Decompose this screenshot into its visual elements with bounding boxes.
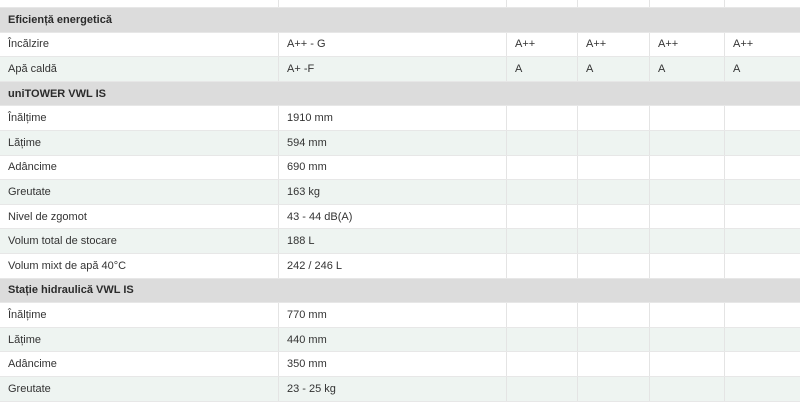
- row-col-2: A: [577, 57, 649, 81]
- row-label: Volum mixt de apă 40°C: [8, 259, 127, 272]
- row-label: Lățime: [8, 136, 42, 149]
- row-value: A+ -F: [278, 57, 506, 81]
- table-row: Adâncime 690 mm: [0, 155, 800, 181]
- row-label: Lățime: [8, 333, 42, 346]
- row-label: Nivel de zgomot: [8, 210, 87, 223]
- section-title: uniTOWER VWL IS: [8, 87, 106, 100]
- row-col-3: A++: [649, 32, 724, 57]
- table-row: Greutate 163 kg: [0, 180, 800, 205]
- row-label: Înălțime: [8, 308, 47, 321]
- row-label: Greutate: [8, 185, 51, 198]
- table-row: Apă caldă A+ -F A A A A: [0, 57, 800, 82]
- row-label: Încălzire: [8, 38, 49, 51]
- section-header-unitower: uniTOWER VWL IS: [0, 81, 800, 107]
- row-value: 770 mm: [278, 303, 506, 327]
- row-value: 350 mm: [278, 352, 506, 376]
- table-row: Adâncime 350 mm: [0, 352, 800, 377]
- row-value: A++ - G: [278, 32, 506, 57]
- row-label: Volum total de stocare: [8, 235, 117, 248]
- row-value: 594 mm: [278, 130, 506, 155]
- row-value: 43 - 44 dB(A): [278, 204, 506, 229]
- table-top-strip: [0, 0, 800, 8]
- table-row: Volum total de stocare 188 L: [0, 229, 800, 254]
- table-row: Lățime 440 mm: [0, 327, 800, 353]
- row-col-1: A: [506, 57, 577, 81]
- spec-table: Eficiență energetică Încălzire A++ - G A…: [0, 0, 800, 402]
- table-row: Înălțime 1910 mm: [0, 106, 800, 131]
- section-header-hydraulic-station: Stație hidraulică VWL IS: [0, 278, 800, 304]
- row-value: 163 kg: [278, 180, 506, 204]
- table-row: Greutate 23 - 25 kg: [0, 376, 800, 402]
- table-row: Nivel de zgomot 43 - 44 dB(A): [0, 204, 800, 230]
- row-col-4: A: [724, 57, 800, 81]
- row-value: 1910 mm: [278, 106, 506, 130]
- table-row: Încălzire A++ - G A++ A++ A++ A++: [0, 32, 800, 58]
- section-title: Eficiență energetică: [8, 13, 112, 26]
- table-row: Lățime 594 mm: [0, 130, 800, 156]
- row-col-4: A++: [724, 32, 800, 57]
- row-label: Adâncime: [8, 161, 57, 174]
- row-value: 23 - 25 kg: [278, 376, 506, 401]
- row-value: 690 mm: [278, 155, 506, 180]
- row-label: Greutate: [8, 382, 51, 395]
- section-title: Stație hidraulică VWL IS: [8, 284, 134, 297]
- table-row: Volum mixt de apă 40°C 242 / 246 L: [0, 253, 800, 279]
- section-header-energy-efficiency: Eficiență energetică: [0, 8, 800, 33]
- row-label: Apă caldă: [8, 62, 57, 75]
- row-col-3: A: [649, 57, 724, 81]
- table-row: Înălțime 770 mm: [0, 303, 800, 328]
- row-col-2: A++: [577, 32, 649, 57]
- row-value: 242 / 246 L: [278, 253, 506, 278]
- row-label: Adâncime: [8, 358, 57, 371]
- row-col-1: A++: [506, 32, 577, 57]
- row-label: Înălțime: [8, 112, 47, 125]
- row-value: 440 mm: [278, 327, 506, 352]
- row-value: 188 L: [278, 229, 506, 253]
